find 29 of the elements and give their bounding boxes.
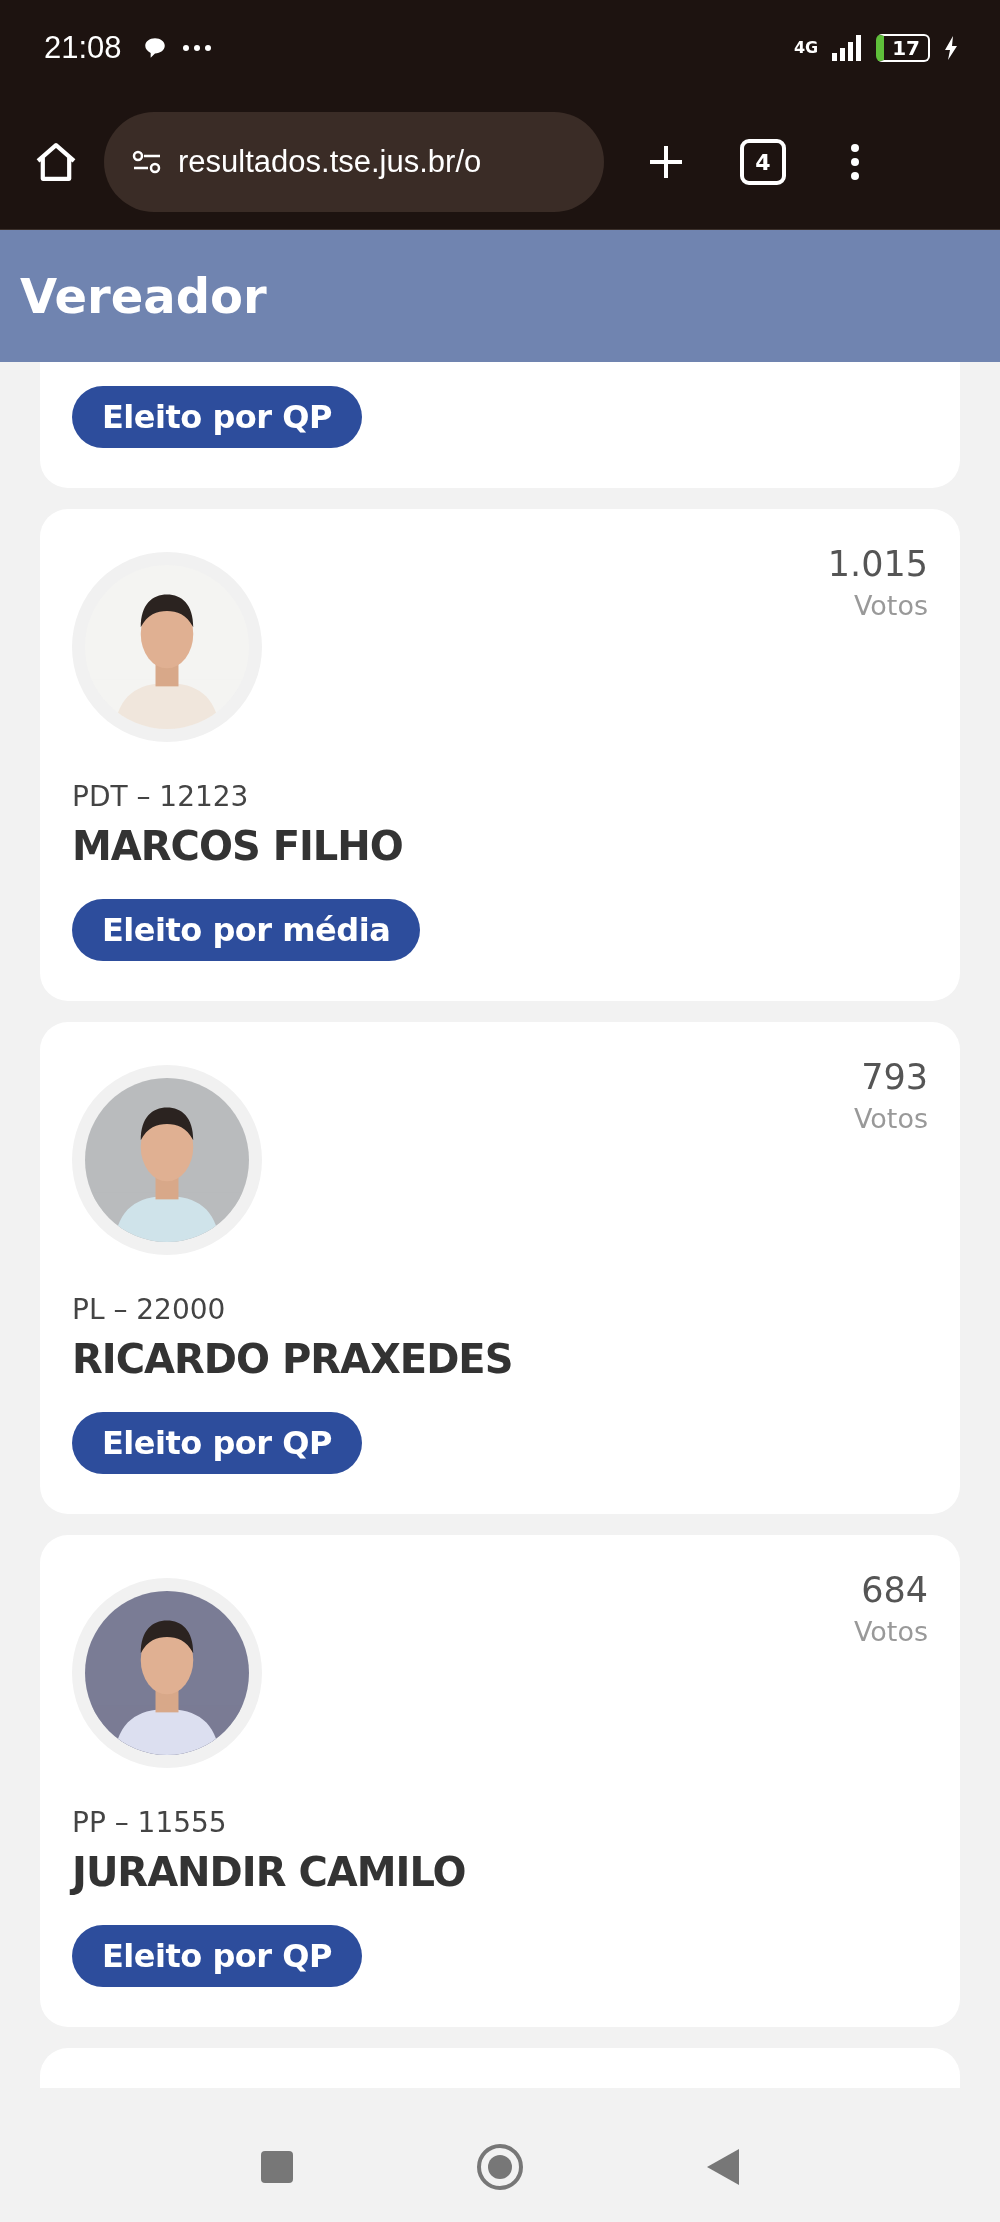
home-button-icon[interactable]: [475, 2142, 525, 2192]
result-badge: Eleito por média: [72, 899, 421, 961]
section-title: Vereador: [20, 268, 267, 324]
menu-icon[interactable]: [850, 142, 860, 182]
party-number: PP – 11555: [72, 1806, 227, 1839]
party-number: PDT – 12123: [72, 780, 249, 813]
vote-count: 793: [861, 1057, 928, 1097]
vote-count: 684: [861, 1570, 928, 1610]
vote-count: 1.015: [827, 544, 928, 584]
site-settings-icon[interactable]: [132, 150, 162, 174]
network-type: 4G: [793, 38, 819, 57]
back-icon[interactable]: [705, 2147, 741, 2187]
result-badge: Eleito por QP: [72, 1925, 362, 1987]
more-icon: [181, 43, 212, 52]
clock-time: 21:08: [44, 29, 122, 66]
battery-level: 17: [876, 33, 930, 62]
candidate-name: MARCOS FILHO: [72, 823, 403, 869]
votes-label: Votos: [853, 590, 928, 621]
party-number: PL – 22000: [72, 1293, 226, 1326]
votes-label: Votos: [853, 1616, 928, 1647]
candidate-name: RICARDO PRAXEDES: [72, 1336, 513, 1382]
charging-icon: [944, 35, 958, 60]
address-bar[interactable]: resultados.tse.jus.br/o: [104, 112, 604, 212]
recent-apps-icon[interactable]: [259, 2149, 295, 2185]
result-badge: Eleito por QP: [72, 386, 362, 448]
signal-icon: [832, 34, 863, 61]
result-badge: Eleito por QP: [72, 1412, 362, 1474]
votes-label: Votos: [853, 1103, 928, 1134]
tab-count-button[interactable]: 4: [740, 139, 786, 185]
